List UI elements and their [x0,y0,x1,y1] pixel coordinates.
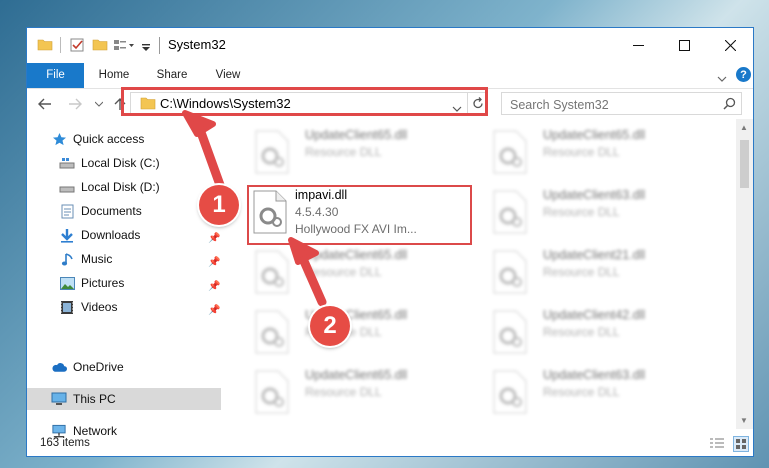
annotation-arrows [182,110,327,307]
arrow-2 [288,237,327,307]
step-1-badge: 1 [199,185,239,225]
step-2-badge: 2 [310,306,350,346]
arrow-1 [182,110,229,201]
